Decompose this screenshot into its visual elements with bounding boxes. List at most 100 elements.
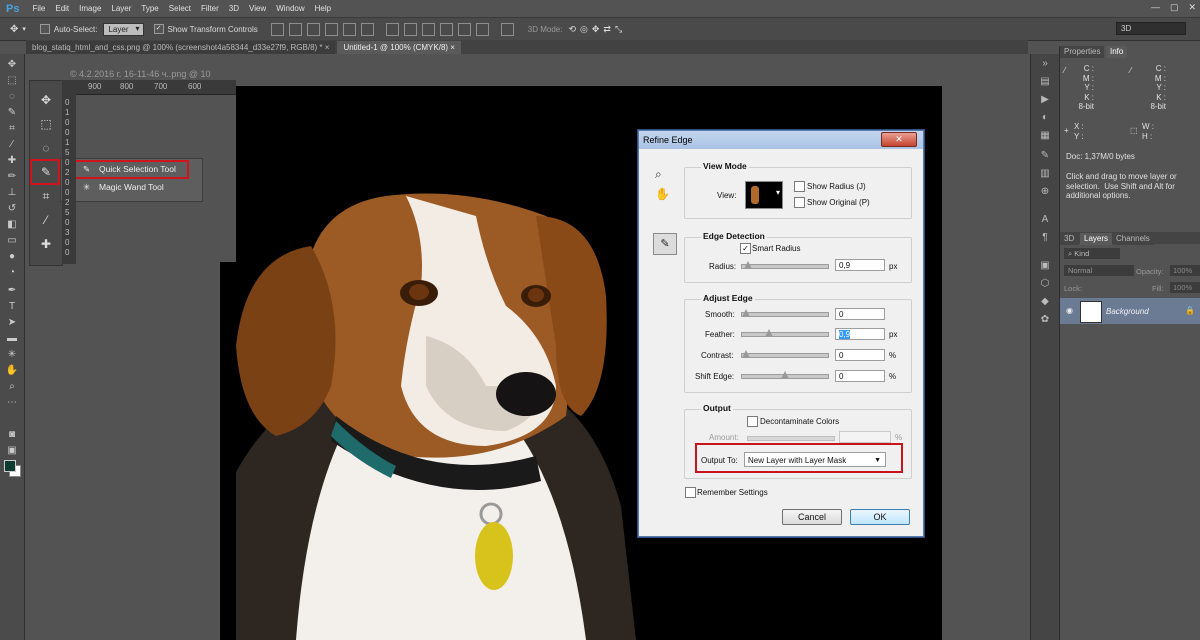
zoom-tool-icon[interactable]: ⌕ xyxy=(655,167,662,182)
tab-channels[interactable]: Channels xyxy=(1112,233,1154,245)
flyout-quick-selection-tool[interactable]: ✎ Quick Selection Tool xyxy=(65,161,176,178)
3d-slide-icon[interactable]: ⇄ xyxy=(603,24,611,35)
contrast-slider[interactable] xyxy=(741,350,829,358)
move-tool-icon[interactable]: ✥ xyxy=(4,58,20,72)
workspace-dropdown[interactable]: 3D xyxy=(1116,22,1186,35)
tab-blog-statiq[interactable]: blog_statiq_html_and_css.png @ 100% (scr… xyxy=(26,41,336,54)
auto-align-icon[interactable] xyxy=(500,22,514,36)
flyout-magic-wand-tool[interactable]: ✳ Magic Wand Tool xyxy=(65,179,164,196)
healing-brush-icon[interactable]: ✚ xyxy=(36,235,56,253)
shift-edge-input[interactable]: 0 xyxy=(835,370,885,382)
3d-scale-icon[interactable]: ⤡ xyxy=(615,24,622,35)
align-bottom-icon[interactable] xyxy=(306,22,320,36)
tool-preset-dropdown-icon[interactable]: ▾ xyxy=(22,25,26,33)
clone-source-icon[interactable]: ⊕ xyxy=(1039,186,1051,198)
tab-info[interactable]: Info xyxy=(1106,46,1128,58)
distribute-bottom-icon[interactable] xyxy=(421,22,435,36)
tab-close-icon[interactable]: × xyxy=(325,43,330,52)
3d-roll-icon[interactable]: ◎ xyxy=(580,24,588,35)
radius-slider[interactable] xyxy=(741,261,829,269)
menu-image[interactable]: Image xyxy=(74,4,106,13)
ok-button[interactable]: OK xyxy=(850,509,910,525)
fill-input[interactable]: 100% xyxy=(1170,282,1200,293)
dialog-title-bar[interactable]: Refine Edge ✕ xyxy=(639,131,923,149)
styles-panel-icon[interactable]: ▦ xyxy=(1039,130,1051,142)
remember-settings-checkbox[interactable] xyxy=(685,487,696,498)
menu-type[interactable]: Type xyxy=(136,4,163,13)
align-left-icon[interactable] xyxy=(324,22,338,36)
smart-radius-checkbox[interactable] xyxy=(740,243,751,254)
contrast-slider-thumb[interactable] xyxy=(742,350,750,358)
collapse-panels-icon[interactable]: » xyxy=(1039,58,1051,70)
eyedropper-tool-icon[interactable]: ⁄ xyxy=(4,138,20,152)
menu-edit[interactable]: Edit xyxy=(50,4,74,13)
distribute-left-icon[interactable] xyxy=(439,22,453,36)
paragraph-panel-icon[interactable]: ¶ xyxy=(1039,232,1051,244)
quick-selection-tool-icon[interactable]: ✎ xyxy=(4,106,20,120)
blur-tool-icon[interactable]: ● xyxy=(4,250,20,264)
feather-input[interactable]: 0,9 xyxy=(835,328,885,340)
smooth-slider-thumb[interactable] xyxy=(742,309,750,317)
menu-window[interactable]: Window xyxy=(271,4,309,13)
edit-toolbar-icon[interactable]: ⋯ xyxy=(4,396,20,410)
cancel-button[interactable]: Cancel xyxy=(782,509,842,525)
type-tool-icon[interactable]: T xyxy=(4,300,20,314)
actions-panel-icon[interactable]: ▶ xyxy=(1039,94,1051,106)
menu-file[interactable]: File xyxy=(27,4,50,13)
show-transform-checkbox[interactable] xyxy=(153,24,164,34)
distribute-right-icon[interactable] xyxy=(475,22,489,36)
hand-tool-icon[interactable]: ✋ xyxy=(655,187,670,201)
history-panel-icon[interactable]: ▤ xyxy=(1039,76,1051,88)
contrast-input[interactable]: 0 xyxy=(835,349,885,361)
tab-close-icon[interactable]: × xyxy=(450,43,455,52)
shift-edge-slider[interactable] xyxy=(741,371,829,379)
layer-filter-kind[interactable]: ⌕ Kind xyxy=(1064,248,1120,259)
adjustments-panel-icon[interactable]: ◐ xyxy=(1039,112,1051,124)
quick-mask-icon[interactable]: ◙ xyxy=(4,428,20,442)
marquee-tool-icon[interactable]: ⬚ xyxy=(4,74,20,88)
auto-select-checkbox[interactable] xyxy=(39,24,50,34)
refine-radius-tool-button[interactable]: ✎ xyxy=(653,233,677,255)
show-radius-checkbox[interactable] xyxy=(794,181,805,192)
radius-input[interactable]: 0,9 xyxy=(835,259,885,271)
zoom-tool-icon[interactable]: ⌕ xyxy=(4,380,20,394)
eraser-tool-icon[interactable]: ◧ xyxy=(4,218,20,232)
close-button[interactable]: ✕ xyxy=(1188,2,1196,13)
brush-presets-icon[interactable]: ▥ xyxy=(1039,168,1051,180)
move-tool-icon[interactable]: ✥ xyxy=(36,91,56,109)
decontaminate-checkbox[interactable] xyxy=(747,416,758,427)
align-right-icon[interactable] xyxy=(360,22,374,36)
output-to-dropdown[interactable]: New Layer with Layer Mask xyxy=(744,452,886,468)
layer-row-background[interactable]: ◉ Background 🔒 xyxy=(1060,298,1200,324)
brush-tool-icon[interactable]: ✏ xyxy=(4,170,20,184)
layer-comps-icon[interactable]: ▣ xyxy=(1039,260,1051,272)
align-top-icon[interactable] xyxy=(270,22,284,36)
screen-mode-icon[interactable]: ▣ xyxy=(4,444,20,458)
move-tool-icon[interactable]: ✥ xyxy=(10,24,18,35)
clone-stamp-icon[interactable]: ⊥ xyxy=(4,186,20,200)
shift-edge-slider-thumb[interactable] xyxy=(781,371,789,379)
minimize-button[interactable]: — xyxy=(1151,2,1160,13)
path-selection-icon[interactable]: ➤ xyxy=(4,316,20,330)
3d-pan-icon[interactable]: ✥ xyxy=(592,24,600,35)
menu-layer[interactable]: Layer xyxy=(106,4,136,13)
auto-select-target-dropdown[interactable]: Layer xyxy=(103,22,144,36)
eyedropper-tool-icon[interactable]: ⁄ xyxy=(36,211,56,229)
color-panel-icon[interactable]: ✿ xyxy=(1039,314,1051,326)
3d-tool-icon[interactable]: ✳ xyxy=(4,348,20,362)
distribute-hcenter-icon[interactable] xyxy=(457,22,471,36)
3d-rotate-icon[interactable]: ⟲ xyxy=(568,24,576,35)
healing-brush-icon[interactable]: ✚ xyxy=(4,154,20,168)
menu-view[interactable]: View xyxy=(244,4,271,13)
crop-tool-icon[interactable]: ⌗ xyxy=(36,187,56,205)
gradient-tool-icon[interactable]: ▭ xyxy=(4,234,20,248)
visibility-eye-icon[interactable]: ◉ xyxy=(1066,306,1073,315)
align-hcenter-icon[interactable] xyxy=(342,22,356,36)
hand-tool-icon[interactable]: ✋ xyxy=(4,364,20,378)
brush-panel-icon[interactable]: ✎ xyxy=(1039,150,1051,162)
paths-panel-icon[interactable]: ⬡ xyxy=(1039,278,1051,290)
pen-tool-icon[interactable]: ✒ xyxy=(4,284,20,298)
menu-select[interactable]: Select xyxy=(164,4,196,13)
tab-layers[interactable]: Layers xyxy=(1080,233,1113,245)
distribute-vcenter-icon[interactable] xyxy=(403,22,417,36)
